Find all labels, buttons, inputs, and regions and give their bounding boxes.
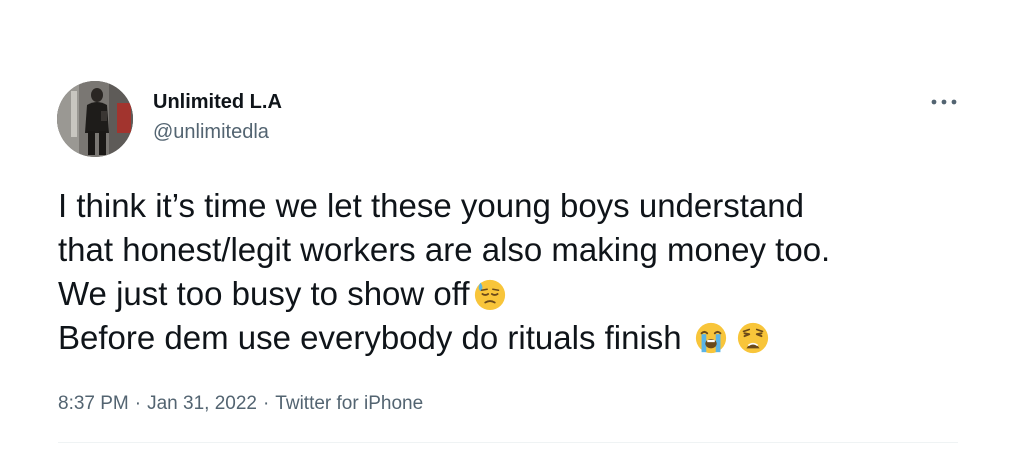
divider bbox=[58, 442, 958, 443]
tweet-line-3-text: We just too busy to show off bbox=[58, 275, 470, 312]
weary-face-icon bbox=[737, 322, 768, 354]
tweet-source[interactable]: Twitter for iPhone bbox=[275, 393, 423, 415]
downcast-face-with-sweat-icon bbox=[474, 279, 505, 311]
author-name[interactable]: Unlimited L.A bbox=[153, 91, 282, 114]
tweet-line-1: I think it’s time we let these young boy… bbox=[58, 184, 978, 228]
tweet-line-3: We just too busy to show off bbox=[58, 272, 978, 316]
more-options-button[interactable] bbox=[924, 90, 964, 114]
tweet-text: I think it’s time we let these young boy… bbox=[58, 184, 978, 360]
tweet-date[interactable]: Jan 31, 2022 bbox=[147, 393, 257, 415]
tweet-card: Unlimited L.A @unlimitedla I think it’s … bbox=[0, 0, 1024, 462]
profile-photo bbox=[57, 81, 133, 157]
more-options-icon bbox=[931, 99, 957, 105]
tweet-line-1-text: I think it’s time we let these young boy… bbox=[58, 187, 804, 224]
meta-separator-2: · bbox=[262, 393, 270, 414]
meta-separator-1: · bbox=[134, 393, 142, 414]
tweet-meta: 8:37 PM · Jan 31, 2022 · Twitter for iPh… bbox=[58, 393, 423, 415]
tweet-line-2-text: that honest/legit workers are also makin… bbox=[58, 231, 831, 268]
tweet-line-4-text: Before dem use everybody do rituals fini… bbox=[58, 319, 682, 356]
author-handle[interactable]: @unlimitedla bbox=[153, 121, 269, 144]
loudly-crying-face-icon bbox=[695, 322, 726, 354]
tweet-line-4: Before dem use everybody do rituals fini… bbox=[58, 316, 978, 360]
avatar[interactable] bbox=[57, 81, 133, 157]
tweet-time[interactable]: 8:37 PM bbox=[58, 393, 129, 415]
tweet-line-2: that honest/legit workers are also makin… bbox=[58, 228, 978, 272]
